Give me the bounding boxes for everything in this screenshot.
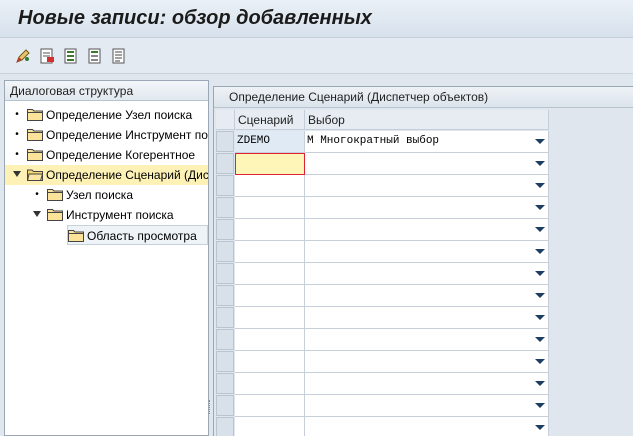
scenario-cell[interactable] bbox=[235, 417, 305, 436]
tree-item-label: Определение Сценарий (Диспетчер объектов… bbox=[46, 168, 208, 182]
tree-item[interactable]: • Узел поиска bbox=[5, 185, 208, 205]
dropdown-arrow-icon[interactable] bbox=[535, 315, 545, 320]
row-selector[interactable] bbox=[216, 373, 234, 394]
choice-dropdown-cell[interactable] bbox=[305, 417, 549, 436]
scenario-cell[interactable]: ZDEMO bbox=[235, 131, 305, 153]
scenario-cell[interactable] bbox=[235, 219, 305, 241]
leaf-bullet-icon: • bbox=[15, 149, 19, 160]
choice-dropdown-cell[interactable] bbox=[305, 373, 549, 395]
dropdown-arrow-icon[interactable] bbox=[535, 271, 545, 276]
dropdown-arrow-icon[interactable] bbox=[535, 227, 545, 232]
tree-item-label: Определение Инструмент поиска bbox=[46, 128, 208, 142]
choice-value: M Многократный выбор bbox=[307, 135, 440, 147]
row-selector[interactable] bbox=[216, 241, 234, 262]
scenario-cell[interactable] bbox=[235, 197, 305, 219]
table-panel: Определение Сценарий (Диспетчер объектов… bbox=[213, 86, 633, 436]
scenario-cell[interactable] bbox=[235, 285, 305, 307]
deselect-icon[interactable] bbox=[86, 47, 104, 65]
folder-icon bbox=[68, 229, 84, 242]
choice-dropdown-cell[interactable] bbox=[305, 285, 549, 307]
choice-dropdown-cell[interactable] bbox=[305, 329, 549, 351]
choice-dropdown-cell[interactable] bbox=[305, 263, 549, 285]
table-title: Определение Сценарий (Диспетчер объектов… bbox=[214, 87, 633, 108]
scenario-cell[interactable] bbox=[235, 175, 305, 197]
scenario-cell[interactable] bbox=[235, 373, 305, 395]
tree-item[interactable]: •Область просмотра bbox=[67, 225, 208, 245]
select-all-icon[interactable] bbox=[62, 47, 80, 65]
scenario-cell[interactable] bbox=[235, 263, 305, 285]
dropdown-arrow-icon[interactable] bbox=[535, 249, 545, 254]
expand-arrow-icon[interactable] bbox=[13, 171, 21, 177]
folder-icon bbox=[47, 188, 63, 201]
tree-item[interactable]: Инструмент поиска bbox=[5, 205, 208, 225]
row-selector[interactable] bbox=[216, 285, 234, 306]
row-selector[interactable] bbox=[216, 307, 234, 328]
scenario-cell[interactable] bbox=[235, 153, 305, 175]
dialog-structure-panel: Диалоговая структура • Определение Узел п… bbox=[4, 80, 209, 436]
dialog-structure-header: Диалоговая структура bbox=[5, 81, 208, 101]
folder-icon bbox=[27, 148, 43, 161]
column-header-scenario[interactable]: Сценарий bbox=[235, 110, 305, 130]
dropdown-arrow-icon[interactable] bbox=[535, 381, 545, 386]
edit-pencil-icon[interactable] bbox=[14, 47, 32, 65]
row-selector[interactable] bbox=[216, 351, 234, 372]
choice-dropdown-cell[interactable] bbox=[305, 197, 549, 219]
folder-icon bbox=[27, 128, 43, 141]
expand-arrow-icon[interactable] bbox=[33, 211, 41, 217]
window-title: Новые записи: обзор добавленных bbox=[18, 7, 372, 29]
choice-dropdown-cell[interactable]: M Многократный выбор bbox=[305, 131, 549, 153]
delete-row-icon[interactable] bbox=[38, 47, 56, 65]
choice-dropdown-cell[interactable] bbox=[305, 241, 549, 263]
select-all-corner[interactable] bbox=[216, 110, 235, 130]
scenario-cell[interactable] bbox=[235, 241, 305, 263]
dropdown-arrow-icon[interactable] bbox=[535, 205, 545, 210]
tree-item[interactable]: • Определение Инструмент поиска bbox=[5, 125, 208, 145]
dropdown-arrow-icon[interactable] bbox=[535, 139, 545, 144]
row-selector[interactable] bbox=[216, 417, 234, 436]
row-selector[interactable] bbox=[216, 219, 234, 240]
choice-dropdown-cell[interactable] bbox=[305, 219, 549, 241]
scenario-cell[interactable] bbox=[235, 307, 305, 329]
scenario-cell[interactable] bbox=[235, 351, 305, 373]
leaf-bullet-icon: • bbox=[15, 109, 19, 120]
leaf-bullet-icon: • bbox=[35, 189, 39, 200]
tree-item-label: Инструмент поиска bbox=[66, 208, 174, 222]
title-bar: Новые записи: обзор добавленных bbox=[0, 0, 633, 38]
dropdown-arrow-icon[interactable] bbox=[535, 403, 545, 408]
choice-dropdown-cell[interactable] bbox=[305, 175, 549, 197]
tree-item-label: Узел поиска bbox=[66, 188, 133, 202]
scenario-cell[interactable] bbox=[235, 395, 305, 417]
folder-icon bbox=[27, 108, 43, 121]
dropdown-arrow-icon[interactable] bbox=[535, 359, 545, 364]
tree-item-label: Определение Когерентное bbox=[46, 148, 196, 162]
details-icon[interactable] bbox=[110, 47, 128, 65]
choice-dropdown-cell[interactable] bbox=[305, 395, 549, 417]
dropdown-arrow-icon[interactable] bbox=[535, 161, 545, 166]
tree-item-label: Определение Узел поиска bbox=[46, 108, 193, 122]
row-selector[interactable] bbox=[216, 153, 234, 174]
choice-dropdown-cell[interactable] bbox=[305, 153, 549, 175]
tree-item[interactable]: • Определение Когерентное bbox=[5, 145, 208, 165]
dropdown-arrow-icon[interactable] bbox=[535, 425, 545, 430]
row-selector[interactable] bbox=[216, 197, 234, 218]
column-header-choice[interactable]: Выбор bbox=[305, 110, 549, 130]
row-selector[interactable] bbox=[216, 263, 234, 284]
row-selector[interactable] bbox=[216, 329, 234, 350]
tree-item-label: Область просмотра bbox=[87, 229, 197, 243]
dropdown-arrow-icon[interactable] bbox=[535, 293, 545, 298]
toolbar bbox=[0, 38, 633, 74]
folder-icon bbox=[47, 208, 63, 221]
tree-item[interactable]: Определение Сценарий (Диспетчер объектов… bbox=[5, 165, 208, 185]
dropdown-arrow-icon[interactable] bbox=[535, 337, 545, 342]
row-selector[interactable] bbox=[216, 395, 234, 416]
tree-item[interactable]: • Определение Узел поиска bbox=[5, 105, 208, 125]
open-folder-icon bbox=[27, 168, 43, 181]
choice-dropdown-cell[interactable] bbox=[305, 307, 549, 329]
row-selector[interactable] bbox=[216, 175, 234, 196]
leaf-bullet-icon: • bbox=[15, 129, 19, 140]
choice-dropdown-cell[interactable] bbox=[305, 351, 549, 373]
row-selector[interactable] bbox=[216, 131, 234, 152]
scenario-cell[interactable] bbox=[235, 329, 305, 351]
dropdown-arrow-icon[interactable] bbox=[535, 183, 545, 188]
